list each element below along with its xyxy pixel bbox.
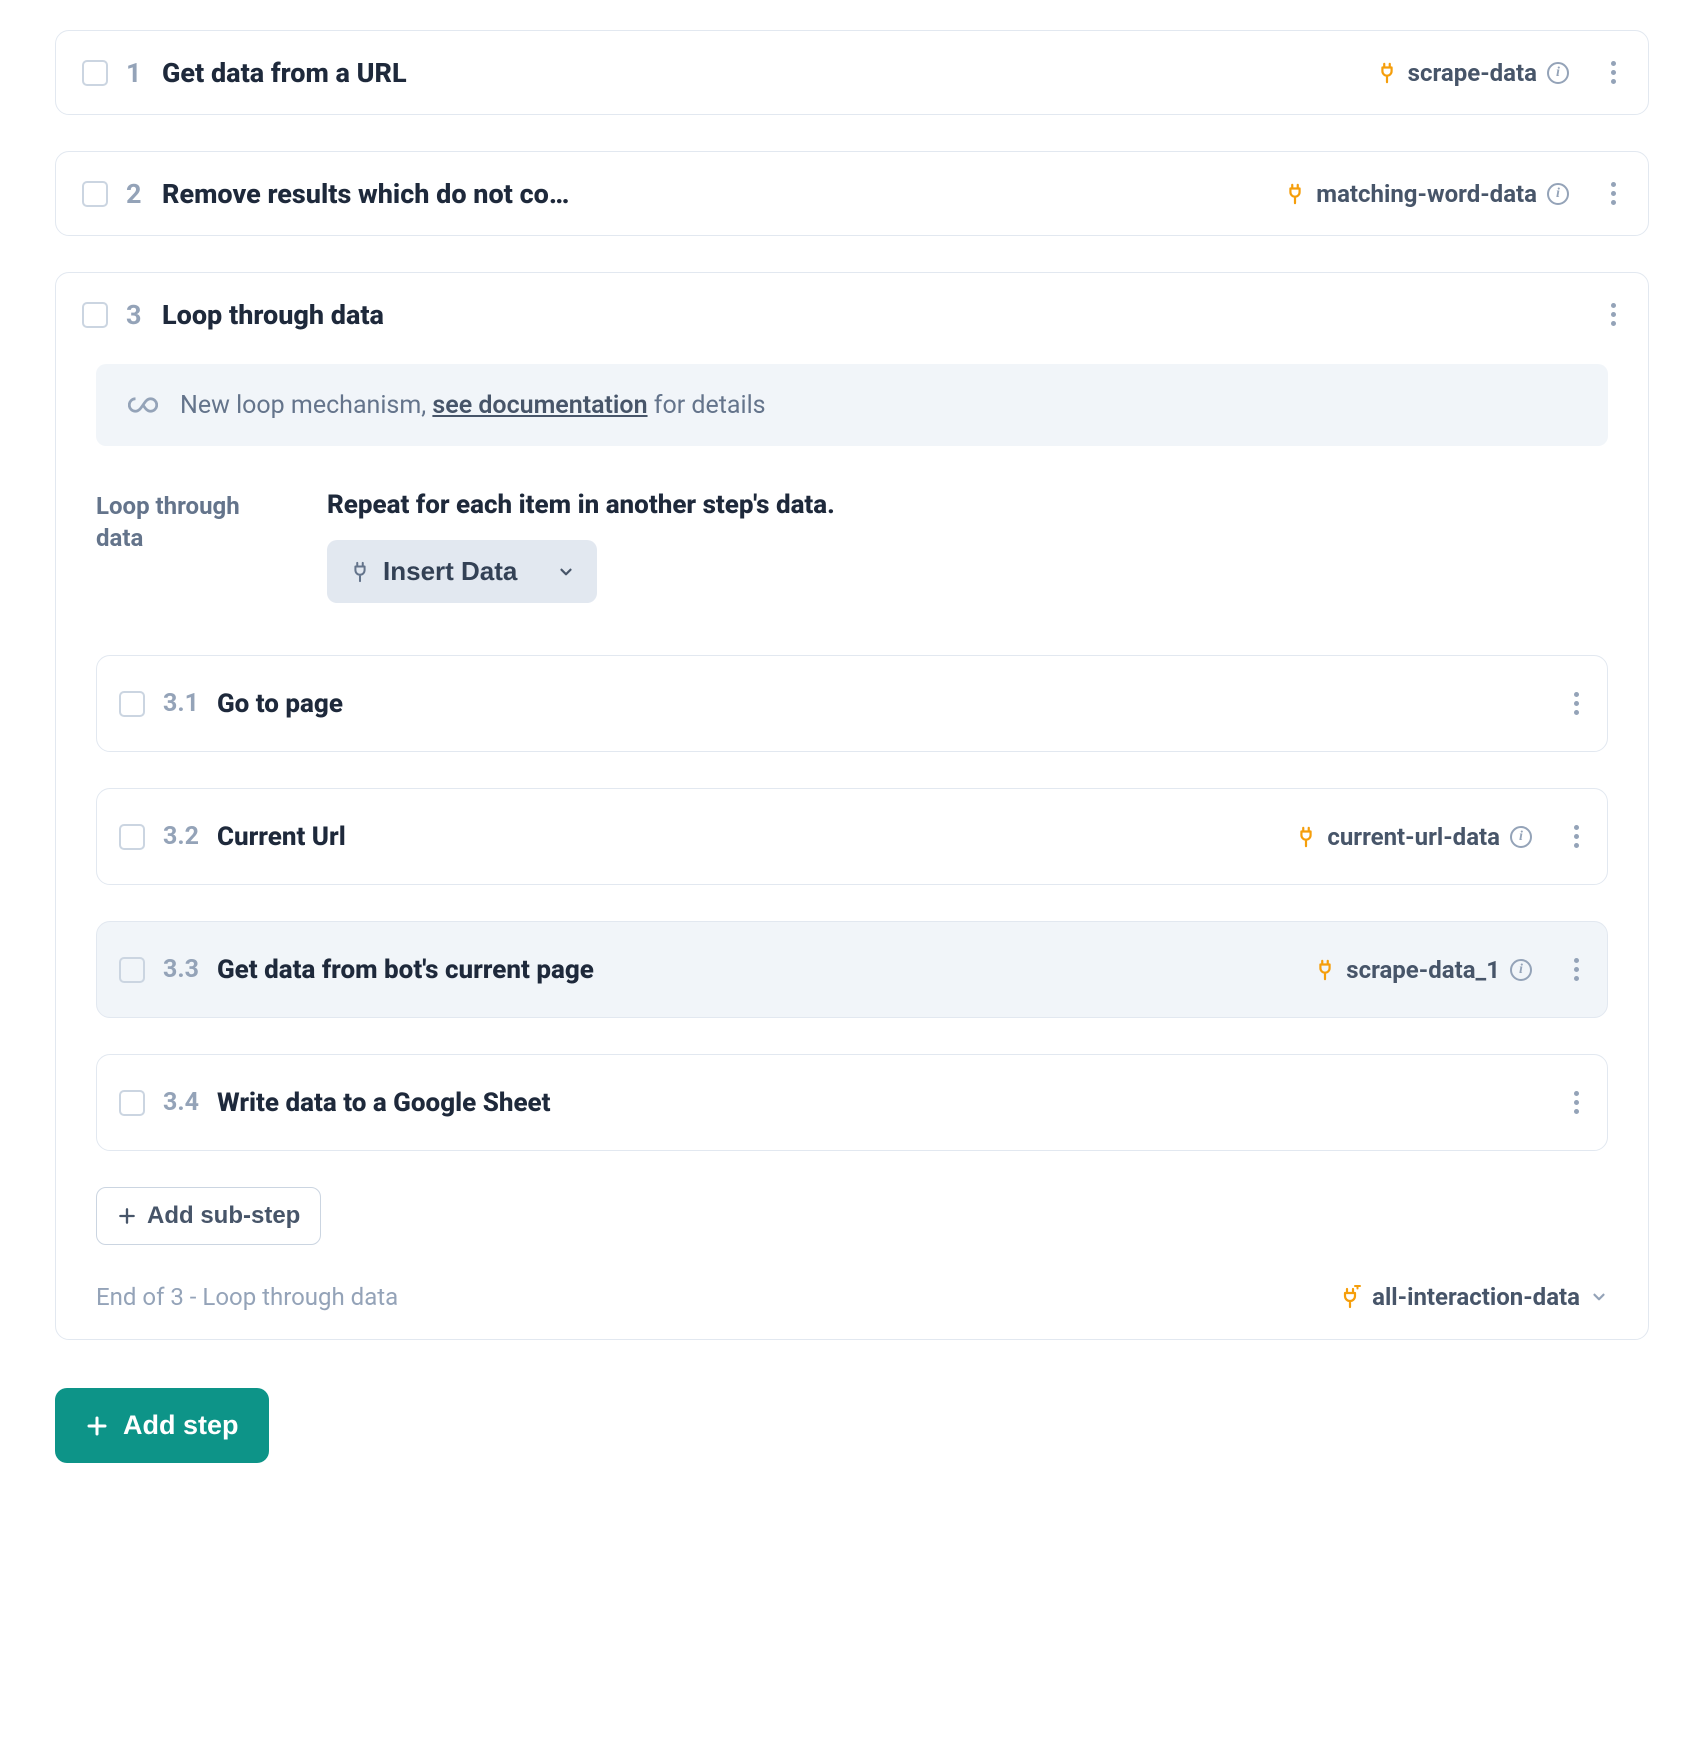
plus-icon [117,1206,137,1226]
sub-step[interactable]: 3.3 Get data from bot's current page scr… [96,921,1608,1018]
doc-link[interactable]: see documentation [432,391,647,420]
tag-label: matching-word-data [1316,180,1537,208]
all-interaction-data-button[interactable]: all-interaction-data [1338,1283,1608,1311]
substep-title: Current Url [217,822,1277,852]
infinity-icon [128,390,158,420]
substep-title: Get data from bot's current page [217,955,1296,985]
step-title: Remove results which do not co… [162,178,1266,210]
step-header: 1 Get data from a URL scrape-data i [56,31,1648,114]
notice-text: New loop mechanism, see documentation fo… [180,391,766,420]
substep-number: 3.4 [163,1088,199,1117]
insert-data-button[interactable]: Insert Data [327,540,597,603]
chevron-down-icon [557,563,575,581]
plug-icon [1314,959,1336,981]
loop-end-label: End of 3 - Loop through data [96,1283,398,1311]
insert-data-label: Insert Data [383,556,517,587]
step-header: 3.3 Get data from bot's current page scr… [97,922,1607,1017]
step-header[interactable]: 3 Loop through data [56,273,1648,356]
sub-step[interactable]: 3.1 Go to page [96,655,1608,752]
sub-step[interactable]: 3.4 Write data to a Google Sheet [96,1054,1608,1151]
plus-icon [85,1414,109,1438]
substep-number: 3.1 [163,689,199,718]
step-number: 2 [126,178,144,210]
config-desc: Repeat for each item in another step's d… [327,490,1608,520]
kebab-menu[interactable] [1568,684,1585,723]
loop-body: New loop mechanism, see documentation fo… [56,364,1648,1339]
info-icon[interactable]: i [1547,183,1569,205]
kebab-menu[interactable] [1568,950,1585,989]
step-checkbox[interactable] [119,824,145,850]
step-number: 1 [126,57,144,89]
step-header: 2 Remove results which do not co… matchi… [56,152,1648,235]
config-body: Repeat for each item in another step's d… [327,490,1608,603]
plug-icon [1376,62,1398,84]
substep-title: Go to page [217,689,1532,719]
info-icon[interactable]: i [1547,62,1569,84]
step-tag[interactable]: scrape-data_1 i [1314,956,1532,984]
add-step-label: Add step [123,1410,239,1441]
step-checkbox[interactable] [119,957,145,983]
step-card-loop: 3 Loop through data New loop mechanism, … [55,272,1649,1340]
loop-footer: End of 3 - Loop through data all-interac… [96,1283,1608,1311]
step-tag[interactable]: current-url-data i [1295,823,1532,851]
substep-number: 3.3 [163,955,199,984]
step-checkbox[interactable] [82,181,108,207]
add-substep-button[interactable]: Add sub-step [96,1187,321,1245]
kebab-menu[interactable] [1568,1083,1585,1122]
substep-number: 3.2 [163,822,199,851]
step-checkbox[interactable] [82,60,108,86]
step-header: 3.1 Go to page [97,656,1607,751]
step-checkbox[interactable] [119,691,145,717]
step-card[interactable]: 1 Get data from a URL scrape-data i [55,30,1649,115]
plug-outline-icon [349,561,371,583]
tag-label: current-url-data [1327,823,1500,851]
plug-icon [1295,826,1317,848]
step-title: Loop through data [162,299,1569,331]
step-tag[interactable]: scrape-data i [1376,59,1569,87]
plug-icon [1284,183,1306,205]
kebab-menu[interactable] [1605,53,1622,92]
loop-config: Loop through data Repeat for each item i… [96,490,1608,603]
config-label: Loop through data [96,490,271,603]
kebab-menu[interactable] [1605,295,1622,334]
step-header: 3.4 Write data to a Google Sheet [97,1055,1607,1150]
substep-title: Write data to a Google Sheet [217,1088,1532,1118]
loop-notice: New loop mechanism, see documentation fo… [96,364,1608,446]
tag-label: scrape-data [1408,59,1537,87]
step-checkbox[interactable] [82,302,108,328]
step-card[interactable]: 2 Remove results which do not co… matchi… [55,151,1649,236]
chevron-down-icon [1590,1288,1608,1306]
step-tag[interactable]: matching-word-data i [1284,180,1569,208]
sub-step[interactable]: 3.2 Current Url current-url-data i [96,788,1608,885]
all-data-label: all-interaction-data [1372,1283,1580,1311]
step-header: 3.2 Current Url current-url-data i [97,789,1607,884]
add-substep-label: Add sub-step [147,1202,300,1230]
info-icon[interactable]: i [1510,826,1532,848]
step-number: 3 [126,299,144,331]
step-title: Get data from a URL [162,57,1358,89]
step-checkbox[interactable] [119,1090,145,1116]
tag-label: scrape-data_1 [1346,956,1500,984]
kebab-menu[interactable] [1568,817,1585,856]
kebab-menu[interactable] [1605,174,1622,213]
plug-plus-icon [1338,1285,1362,1309]
info-icon[interactable]: i [1510,959,1532,981]
add-step-button[interactable]: Add step [55,1388,269,1463]
